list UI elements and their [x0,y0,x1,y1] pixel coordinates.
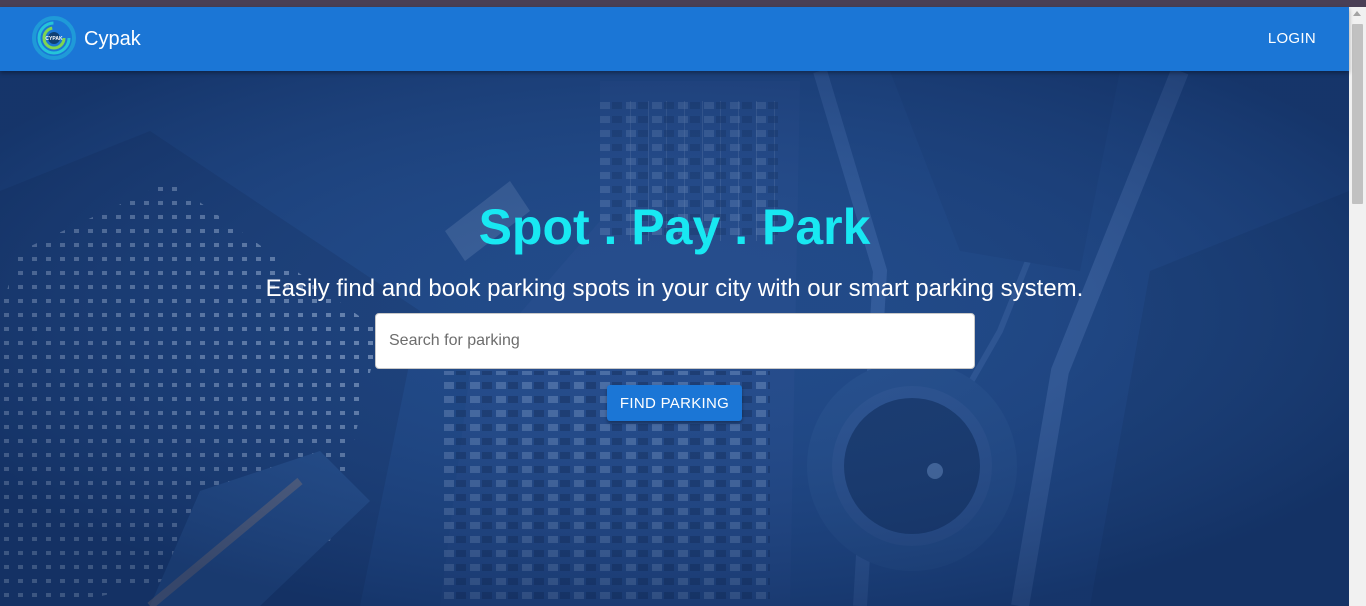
hero-section: Spot . Pay . Park Easily find and book p… [0,71,1349,606]
svg-text:CYPAK: CYPAK [45,36,63,42]
login-button[interactable]: LOGIN [1268,29,1316,49]
find-parking-button[interactable]: FIND PARKING [607,385,742,421]
cypak-logo[interactable]: CYPAK [31,15,77,61]
hero-subtitle: Easily find and book parking spots in yo… [265,275,1084,302]
hero-title: Spot . Pay . Park [478,199,871,255]
scroll-up-arrow-icon[interactable] [1353,11,1361,16]
scrollbar-thumb[interactable] [1352,24,1363,204]
page-scrollbar[interactable] [1349,7,1366,606]
brand-name[interactable]: Cypak [84,27,141,51]
browser-top-strip [0,0,1366,7]
app-bar: CYPAK Cypak LOGIN [0,7,1349,71]
parking-search-input[interactable] [375,313,975,369]
